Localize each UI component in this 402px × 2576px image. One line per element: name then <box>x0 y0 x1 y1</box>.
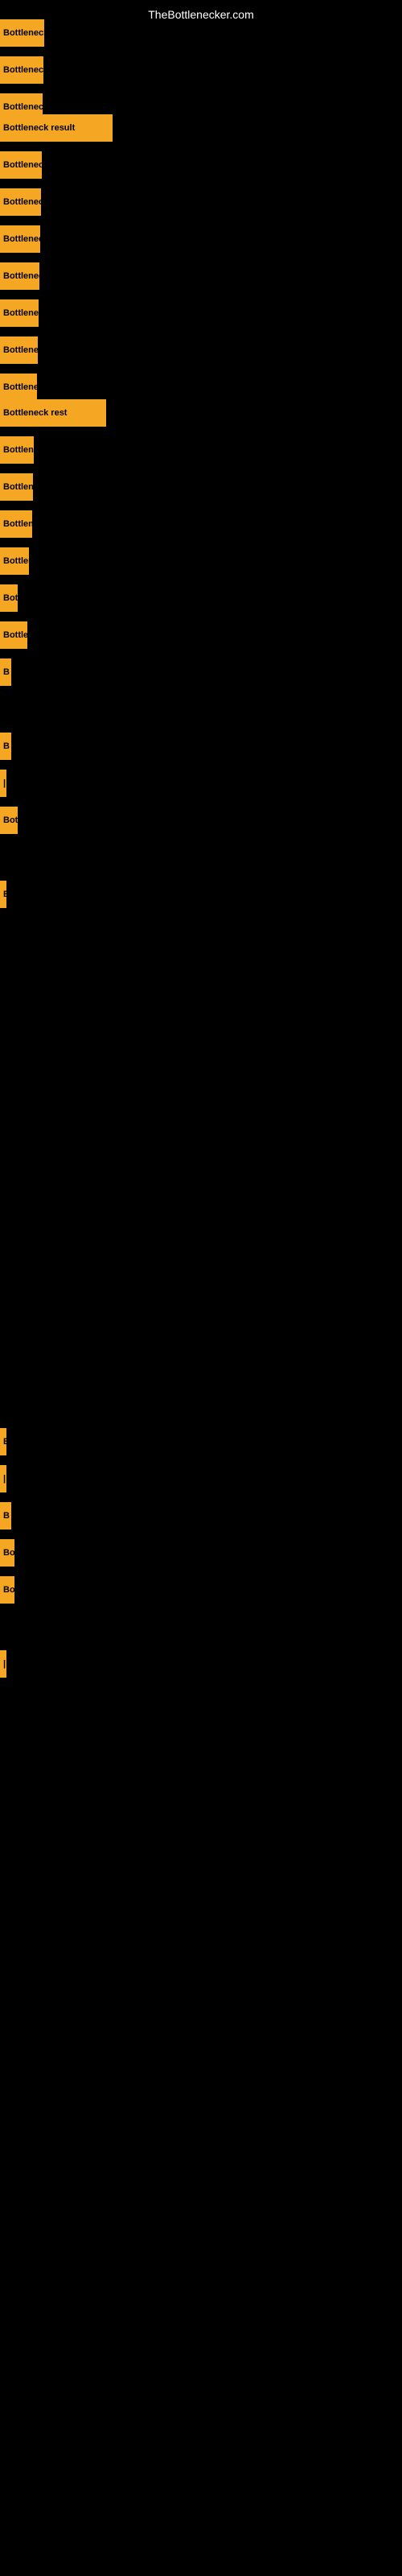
bottleneck-bar-label: Bottleneck result <box>3 197 41 207</box>
bottleneck-bar: Bott <box>0 807 18 834</box>
bottleneck-bar: B <box>0 733 11 760</box>
bottleneck-bar-label: Bottleneck result <box>3 345 38 355</box>
bottleneck-bar: Bottleneck result <box>0 188 41 216</box>
bottleneck-bar-label: Bottleneck r <box>3 519 32 529</box>
bottleneck-bar: Bottleneck re <box>0 436 34 464</box>
bottleneck-bar-label: Bottlene <box>3 556 29 566</box>
bottleneck-bar-label: B <box>3 1511 10 1521</box>
bottleneck-bar: Bottleneck result <box>0 299 39 327</box>
bottleneck-bar-label: Bottleneck rest <box>3 408 67 418</box>
bottleneck-bar-label: B <box>3 667 10 677</box>
bottleneck-bar: Bottleneck result <box>0 374 37 401</box>
bottleneck-bar-label: Bo <box>3 1548 14 1558</box>
bottleneck-bar-label: | <box>3 1474 6 1484</box>
bottleneck-bar: Bottleneck re <box>0 473 33 501</box>
bottleneck-bar-label: Bottleneck result <box>3 271 39 281</box>
bottleneck-bar: Bottlene <box>0 547 29 575</box>
site-title: TheBottlenecker.com <box>0 3 402 26</box>
bottleneck-bar: Bottleneck r <box>0 510 32 538</box>
bottleneck-bar-label: Bottleneck result <box>3 102 43 112</box>
bottleneck-bar: Bottlen <box>0 621 27 649</box>
bottleneck-bar-label: B <box>3 741 10 751</box>
bottleneck-bar: | <box>0 770 6 797</box>
bottleneck-bar: Bot <box>0 584 18 612</box>
bottleneck-bar-label: | <box>3 778 6 788</box>
bottleneck-bar: Bottleneck result <box>0 262 39 290</box>
bottleneck-bar-label: Bottleneck result <box>3 308 39 318</box>
bottleneck-bar-label: Bottleneck result <box>3 234 40 244</box>
bottleneck-bar: E <box>0 881 6 908</box>
bottleneck-bar-label: E <box>3 890 6 899</box>
bottleneck-bar: Bottleneck result <box>0 19 44 47</box>
bottleneck-bar: B <box>0 658 11 686</box>
bottleneck-bar: E <box>0 1428 6 1455</box>
bottleneck-bar: Bottleneck result <box>0 114 113 142</box>
bottleneck-bar-label: Bo <box>3 1585 14 1595</box>
bottleneck-bar-label: Bottleneck result <box>3 65 43 75</box>
bottleneck-bar-label: | <box>3 1659 6 1669</box>
bottleneck-bar-label: Bottleneck result <box>3 382 37 392</box>
bottleneck-bar-label: Bot <box>3 593 18 603</box>
bottleneck-bar: Bottleneck result <box>0 336 38 364</box>
bottleneck-bar: B <box>0 1502 11 1530</box>
bottleneck-bar: | <box>0 1650 6 1678</box>
bottleneck-bar-label: Bottleneck result <box>3 28 44 38</box>
bottleneck-bar: Bo <box>0 1576 14 1604</box>
bottleneck-bar: Bottleneck rest <box>0 399 106 427</box>
bottleneck-bar-label: Bott <box>3 815 18 825</box>
bottleneck-bar-label: Bottleneck re <box>3 482 33 492</box>
bottleneck-bar: Bottleneck result <box>0 151 42 179</box>
bottleneck-bar: | <box>0 1465 6 1492</box>
bottleneck-bar-label: Bottleneck re <box>3 445 34 455</box>
bottleneck-bar-label: Bottlen <box>3 630 27 640</box>
bottleneck-bar-label: Bottleneck result <box>3 160 42 170</box>
bottleneck-bar: Bo <box>0 1539 14 1567</box>
bottleneck-bar: Bottleneck result <box>0 225 40 253</box>
bottleneck-bar: Bottleneck result <box>0 56 43 84</box>
bottleneck-bar-label: E <box>3 1437 6 1447</box>
bottleneck-bar-label: Bottleneck result <box>3 123 75 133</box>
